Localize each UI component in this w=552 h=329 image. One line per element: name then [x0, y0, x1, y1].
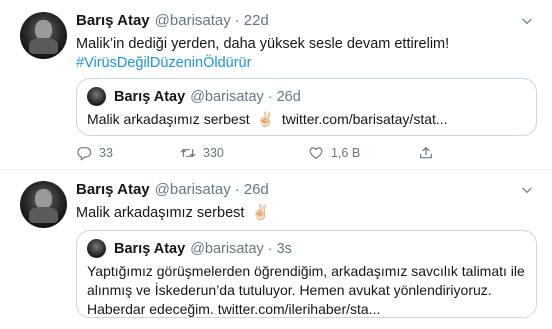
reply-icon — [77, 147, 92, 161]
tweet-header: Barış Atay @barisatay · 22d — [76, 12, 269, 29]
author-name: Barış Atay — [114, 88, 186, 105]
chevron-down-icon[interactable] — [520, 183, 534, 197]
author-name[interactable]: Barış Atay — [76, 181, 150, 198]
separator-dot: · — [267, 240, 273, 257]
separator-dot: · — [234, 181, 240, 198]
victory-hand-emoji: ✌🏻 — [256, 111, 274, 127]
avatar[interactable] — [20, 181, 67, 228]
reply-count: 33 — [99, 146, 113, 160]
avatar — [87, 87, 106, 106]
timestamp: 3s — [276, 240, 292, 257]
like-button[interactable]: 1,6 B — [308, 145, 418, 161]
chevron-down-icon[interactable] — [520, 14, 534, 28]
separator-dot: · — [267, 88, 273, 105]
tweet-text: Malik’in dediği yerden, daha yüksek sesl… — [76, 35, 536, 73]
timestamp[interactable]: 26d — [244, 181, 269, 198]
quoted-tweet-text: Yaptığımız görüşmelerden öğrendiğim, ark… — [87, 263, 525, 317]
author-handle[interactable]: @barisatay — [155, 181, 231, 198]
share-button[interactable] — [418, 145, 434, 161]
tweet-header: Barış Atay @barisatay · 26d — [76, 181, 269, 198]
author-name[interactable]: Barış Atay — [76, 12, 150, 29]
quoted-tweet-header: Barış Atay @barisatay · 26d — [87, 87, 301, 106]
author-name: Barış Atay — [114, 240, 186, 257]
tweet-text-line: Malik arkadaşımız serbest — [76, 205, 245, 221]
timestamp[interactable]: 22d — [244, 12, 269, 29]
reply-button[interactable]: 33 — [76, 145, 180, 161]
tweet-text-line: Malik’in dediği yerden, daha yüksek sesl… — [76, 36, 450, 52]
quoted-text: Malik arkadaşımız serbest — [87, 111, 250, 127]
avatar — [87, 239, 106, 258]
victory-hand-emoji: ✌🏻 — [251, 205, 270, 221]
avatar[interactable] — [20, 12, 67, 59]
tweet[interactable]: Barış Atay @barisatay · 26d Malik arkada… — [0, 171, 552, 329]
quoted-tweet-header: Barış Atay @barisatay · 3s — [87, 239, 292, 258]
retweet-icon — [180, 149, 196, 157]
separator-dot: · — [234, 12, 240, 29]
quoted-link[interactable]: twitter.com/barisatay/stat... — [282, 111, 448, 127]
share-icon — [420, 147, 432, 159]
timestamp: 26d — [276, 88, 301, 105]
like-icon — [309, 147, 323, 159]
author-handle: @barisatay — [190, 88, 264, 105]
hashtag-link[interactable]: #VirüsDeğilDüzeninÖldürür — [76, 54, 536, 73]
retweet-count: 330 — [203, 146, 224, 160]
like-count: 1,6 B — [331, 146, 361, 160]
quoted-tweet[interactable]: Barış Atay @barisatay · 3s Yaptığımız gö… — [76, 230, 537, 318]
quoted-tweet-text: Malik arkadaşımız serbest ✌🏻 twitter.com… — [87, 110, 527, 129]
tweet-text: Malik arkadaşımız serbest ✌🏻 — [76, 204, 536, 223]
quoted-tweet[interactable]: Barış Atay @barisatay · 26d Malik arkada… — [76, 78, 537, 136]
tweet-actions: 33 330 1,6 B — [76, 144, 434, 162]
retweet-button[interactable]: 330 — [180, 145, 308, 161]
author-handle: @barisatay — [190, 240, 264, 257]
tweet[interactable]: Barış Atay @barisatay · 22d Malik’in ded… — [0, 0, 552, 170]
author-handle[interactable]: @barisatay — [155, 12, 231, 29]
